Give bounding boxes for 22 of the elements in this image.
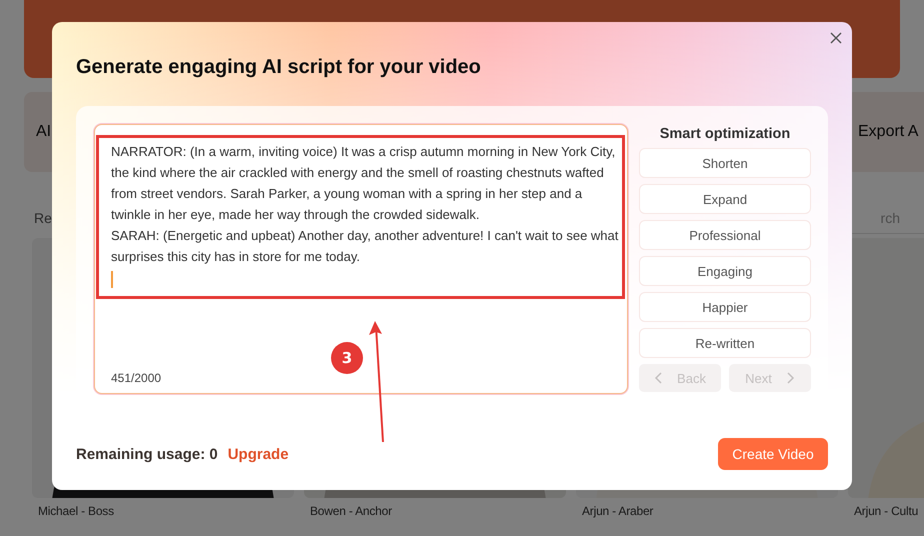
avatar-name: Arjun - Araber: [581, 504, 654, 518]
avatar-name: Michael - Boss: [37, 504, 114, 518]
chevron-left-icon: [654, 372, 664, 384]
avatar-name: Arjun - Cultu: [853, 504, 918, 518]
remaining-usage: Remaining usage: 0: [76, 446, 218, 462]
script-paragraph: NARRATOR: (In a warm, inviting voice) It was a crisp autumn morning in New York City, the kind where the air crackled with energy and the smell of roasting chestnuts wafted from street vendors. Sarah Parker, a young woman with a spring in her step and a twinkle in her eye, made her way through the crowded sidewalk.: [111, 143, 616, 224]
optimization-button[interactable]: Engaging: [639, 256, 811, 286]
optimization-button[interactable]: Re-written: [639, 328, 811, 358]
close-icon[interactable]: [828, 30, 844, 46]
optimization-button[interactable]: Expand: [639, 184, 811, 214]
section-heading: Smart optimization: [658, 125, 792, 144]
dialog-title: Generate engaging AI script for your video: [76, 56, 482, 80]
script-field[interactable]: [94, 124, 628, 394]
upgrade-link[interactable]: Upgrade: [228, 446, 289, 462]
avatar-name: Bowen - Anchor: [309, 504, 392, 518]
optimization-button[interactable]: Professional: [639, 220, 811, 250]
optimization-button[interactable]: Shorten: [639, 148, 811, 178]
chevron-right-icon: [786, 372, 795, 384]
section-label: Re: [34, 210, 52, 226]
character-counter: 451/2000: [111, 371, 162, 385]
optimization-button[interactable]: Happier: [639, 292, 811, 322]
script-paragraph: SARAH: (Energetic and upbeat) Another day, another adventure! I can't wait to see what surprises this city has in store for me today.: [111, 227, 619, 266]
